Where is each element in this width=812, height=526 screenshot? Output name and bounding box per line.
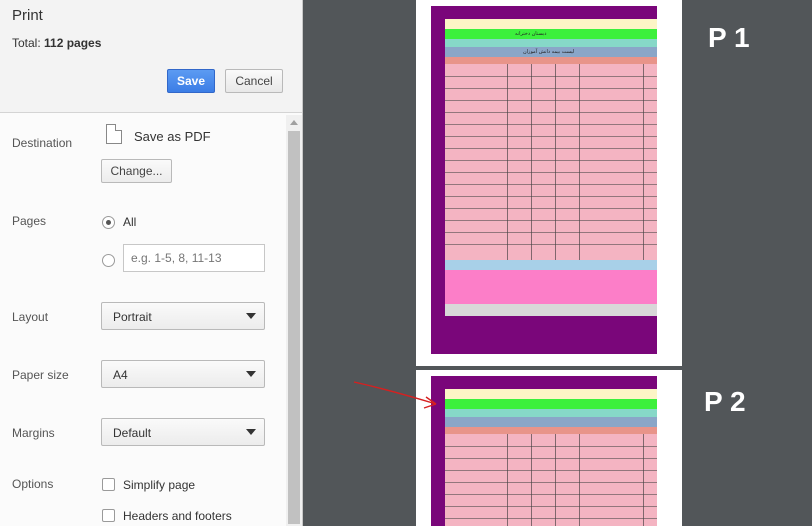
green-title-bar: دبستان دخترانه [445, 29, 657, 39]
preview-page-2[interactable] [416, 370, 682, 526]
total-label: Total: [12, 36, 41, 50]
layout-select[interactable]: Portrait [101, 302, 265, 330]
print-header: Print Total: 112 pages Save Cancel [0, 0, 302, 113]
green-title-bar [445, 399, 657, 409]
preview-page-1[interactable]: دبستان دخترانه لیست بیمه دانش آموزان [416, 0, 682, 366]
print-settings-panel: Print Total: 112 pages Save Cancel Desti… [0, 0, 303, 526]
pages-custom-radio[interactable] [102, 254, 115, 267]
paper-size-select[interactable]: A4 [101, 360, 265, 388]
paper-size-label: Paper size [12, 368, 69, 382]
page-label-p2: P 2 [704, 386, 746, 417]
layout-value: Portrait [113, 310, 152, 324]
teal-bar [445, 39, 657, 47]
chevron-down-icon [246, 429, 256, 435]
columns-bar [445, 57, 657, 64]
page-title-text: دبستان دخترانه [515, 31, 547, 37]
pages-range-input[interactable] [123, 244, 265, 272]
page-frame [431, 376, 657, 526]
page-subtitle-text: لیست بیمه دانش آموزان [523, 49, 575, 55]
chevron-down-icon [246, 313, 256, 319]
pages-all-radio[interactable] [102, 216, 115, 229]
scrollbar-thumb[interactable] [288, 131, 300, 524]
grand-total-row [445, 304, 657, 316]
teal-bar [445, 409, 657, 417]
cancel-button[interactable]: Cancel [225, 69, 283, 93]
document-icon [106, 124, 122, 144]
student-table [445, 434, 657, 526]
subtitle-bar: لیست بیمه دانش آموزان [445, 47, 657, 57]
layout-label: Layout [12, 310, 49, 324]
options-label: Options [12, 477, 54, 491]
totals-row [445, 260, 657, 270]
page-label-p1: P 1 [708, 22, 750, 53]
margins-label: Margins [12, 426, 55, 440]
destination-label: Destination [12, 136, 73, 150]
simplify-page-label: Simplify page [123, 478, 196, 492]
save-button[interactable]: Save [167, 69, 215, 93]
paper-size-value: A4 [113, 368, 128, 382]
page-frame: دبستان دخترانه لیست بیمه دانش آموزان [431, 6, 657, 354]
pink-block [445, 270, 657, 304]
total-pages: Total: 112 pages [12, 36, 101, 50]
student-table [445, 64, 657, 260]
page-header-bar [445, 389, 657, 399]
scroll-up-icon[interactable] [290, 120, 298, 125]
destination-value: Save as PDF [134, 129, 211, 144]
columns-bar [445, 427, 657, 434]
chevron-down-icon [246, 371, 256, 377]
subtitle-bar [445, 417, 657, 427]
settings-scrollbar[interactable] [286, 115, 302, 526]
pages-all-label: All [123, 215, 137, 229]
total-value: 112 pages [44, 36, 102, 50]
headers-footers-checkbox[interactable] [102, 509, 115, 522]
pages-label: Pages [12, 214, 47, 228]
page-title: Print [12, 7, 43, 24]
margins-value: Default [113, 426, 152, 440]
simplify-page-checkbox[interactable] [102, 478, 115, 491]
red-arrow-icon [353, 381, 437, 409]
page-header-bar [445, 19, 657, 29]
margins-select[interactable]: Default [101, 418, 265, 446]
headers-footers-label: Headers and footers [123, 509, 232, 523]
change-destination-button[interactable]: Change... [101, 159, 172, 183]
